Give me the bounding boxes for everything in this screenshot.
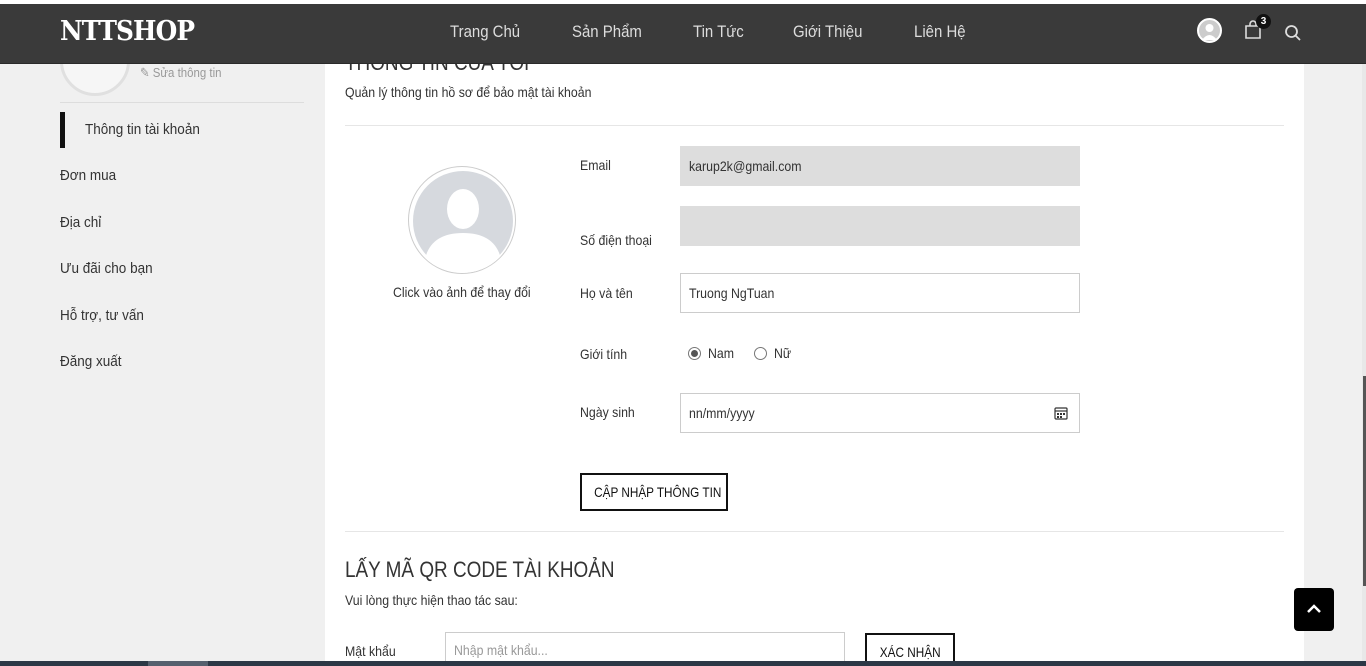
main-nav: Trang Chủ Sản Phẩm Tin Tức Giới Thiệu Li… xyxy=(450,22,1014,42)
phone-field[interactable] xyxy=(680,206,1080,246)
fullname-label: Họ và tên xyxy=(580,285,633,301)
dob-field[interactable]: nn/mm/yyyy xyxy=(680,393,1080,433)
gender-male-label[interactable]: Nam xyxy=(708,345,734,361)
avatar-change-hint: Click vào ảnh để thay đổi xyxy=(393,284,531,300)
email-label: Email xyxy=(580,157,611,173)
sidebar-item-account-info[interactable]: Thông tin tài khoản xyxy=(85,121,200,138)
nav-news[interactable]: Tin Tức xyxy=(693,22,744,42)
sidebar-item-orders[interactable]: Đơn mua xyxy=(60,167,116,184)
profile-avatar[interactable] xyxy=(408,166,516,274)
nav-contact[interactable]: Liên Hệ xyxy=(914,22,966,42)
phone-label: Số điện thoại xyxy=(580,232,652,248)
sidebar-item-offers[interactable]: Ưu đãi cho bạn xyxy=(60,260,153,277)
back-to-top-button[interactable] xyxy=(1294,588,1334,631)
update-info-button[interactable]: CẬP NHẬP THÔNG TIN xyxy=(580,473,728,511)
right-gutter xyxy=(1304,64,1366,664)
fullname-field[interactable]: Truong NgTuan xyxy=(680,273,1080,313)
sidebar-active-indicator xyxy=(60,112,65,148)
profile-subtitle: Quản lý thông tin hồ sơ để bảo mật tài k… xyxy=(345,84,592,100)
calendar-icon[interactable] xyxy=(1054,406,1068,420)
cart-count-badge: 3 xyxy=(1256,14,1271,29)
gender-radio-male[interactable] xyxy=(688,347,701,360)
sidebar-item-support[interactable]: Hỗ trợ, tư vấn xyxy=(60,307,144,324)
nav-about[interactable]: Giới Thiệu xyxy=(793,22,862,42)
profile-divider xyxy=(345,125,1284,126)
avatar-placeholder-icon xyxy=(413,171,513,273)
gender-female-label[interactable]: Nữ xyxy=(774,345,791,361)
edit-icon: ✎ xyxy=(140,65,153,80)
search-icon[interactable] xyxy=(1284,24,1302,42)
gender-label: Giới tính xyxy=(580,346,628,362)
sidebar-divider xyxy=(60,102,304,103)
nav-home[interactable]: Trang Chủ xyxy=(450,22,520,42)
section-divider xyxy=(345,531,1284,532)
edit-profile-link[interactable]: ✎ Sửa thông tin xyxy=(140,65,221,81)
sidebar-item-address[interactable]: Địa chỉ xyxy=(60,214,101,231)
dob-label: Ngày sinh xyxy=(580,404,635,420)
gender-radio-female[interactable] xyxy=(754,347,767,360)
email-field: karup2k@gmail.com xyxy=(680,146,1080,186)
qr-title: LẤY MÃ QR CODE TÀI KHOẢN xyxy=(345,557,615,582)
qr-subtitle: Vui lòng thực hiện thao tác sau: xyxy=(345,592,518,608)
user-icon[interactable] xyxy=(1197,18,1222,43)
chevron-up-icon xyxy=(1307,604,1321,613)
nav-products[interactable]: Sản Phẩm xyxy=(572,22,642,42)
sidebar-item-logout[interactable]: Đăng xuất xyxy=(60,353,122,370)
password-label: Mật khẩu xyxy=(345,643,396,659)
site-header: NTTSHOP Trang Chủ Sản Phẩm Tin Tức Giới … xyxy=(0,4,1366,64)
taskbar-segment xyxy=(148,661,208,666)
site-logo[interactable]: NTTSHOP xyxy=(60,16,195,47)
